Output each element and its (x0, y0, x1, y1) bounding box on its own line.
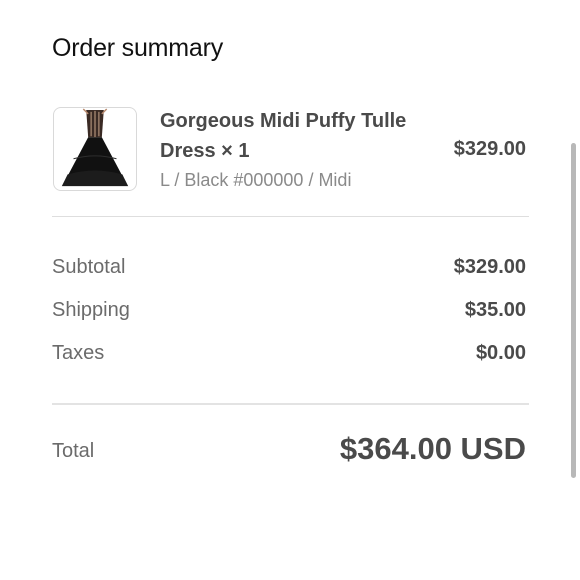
subtotal-label: Subtotal (52, 256, 126, 278)
product-price: $329.00 (453, 138, 526, 160)
dress-image-icon (61, 108, 129, 187)
scrollbar[interactable] (571, 143, 576, 478)
divider (52, 216, 529, 217)
shipping-label: Shipping (52, 299, 130, 321)
divider (52, 403, 529, 405)
order-summary-title: Order summary (52, 34, 224, 62)
taxes-value: $0.00 (475, 342, 526, 364)
taxes-label: Taxes (52, 342, 105, 364)
subtotal-value: $329.00 (453, 256, 526, 278)
total-label: Total (52, 440, 95, 462)
product-variant: L / Black #000000 / Midi (160, 170, 352, 190)
shipping-value: $35.00 (464, 299, 526, 321)
order-summary-panel: Order summary Gorgeous Midi Puffy Tulle … (0, 0, 580, 580)
total-value: $364.00 USD (339, 431, 526, 466)
product-thumbnail (53, 107, 137, 191)
product-name: Gorgeous Midi Puffy Tulle Dress × 1 (160, 110, 407, 162)
